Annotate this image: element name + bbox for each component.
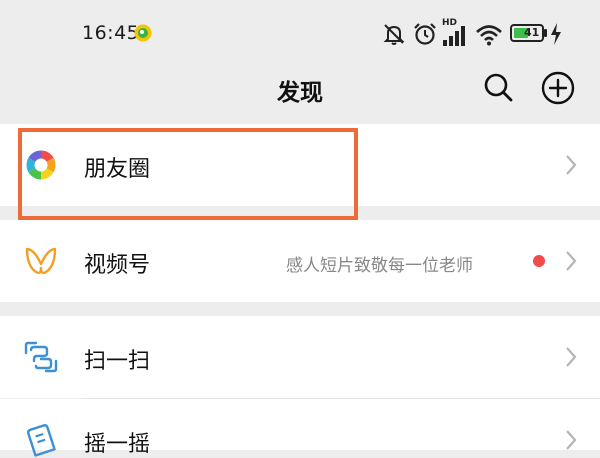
- scan-icon: [24, 341, 58, 373]
- menu-item-scan[interactable]: 扫一扫: [0, 316, 600, 398]
- status-time: 16:45: [82, 22, 140, 44]
- battery-level: 41: [524, 26, 540, 39]
- channels-icon: [25, 247, 57, 275]
- chevron-right-icon: [566, 155, 577, 175]
- wifi-icon: [476, 25, 502, 46]
- menu-item-label: 视频号: [84, 253, 151, 278]
- signal-icon: [443, 26, 465, 46]
- alarm-icon: [414, 23, 436, 45]
- channels-subtitle: 感人短片致敬每一位老师: [286, 256, 473, 276]
- chevron-right-icon: [566, 347, 577, 367]
- battery-icon: 41: [510, 24, 544, 42]
- menu-item-shake[interactable]: 摇一摇: [0, 399, 600, 457]
- charging-icon: [551, 23, 561, 45]
- app-notification-icon: [134, 24, 152, 42]
- chevron-right-icon: [566, 251, 577, 271]
- battery-tip: [544, 29, 547, 37]
- bell-muted-icon: [383, 24, 405, 45]
- notification-dot: [533, 255, 545, 267]
- moments-aperture-icon: [25, 149, 57, 181]
- chevron-right-icon: [566, 430, 577, 450]
- status-bar: 16:45 HD 41: [0, 0, 600, 68]
- search-icon[interactable]: [481, 70, 515, 104]
- plus-circle-icon[interactable]: [540, 70, 576, 106]
- menu-item-label: 朋友圈: [84, 157, 151, 182]
- menu-item-channels[interactable]: 视频号 感人短片致敬每一位老师: [0, 220, 600, 302]
- menu-item-label: 摇一摇: [84, 432, 151, 457]
- menu-item-label: 扫一扫: [84, 349, 151, 374]
- shake-icon: [26, 424, 56, 457]
- menu-item-moments[interactable]: 朋友圈: [0, 124, 600, 206]
- status-icons: HD 41: [382, 18, 572, 50]
